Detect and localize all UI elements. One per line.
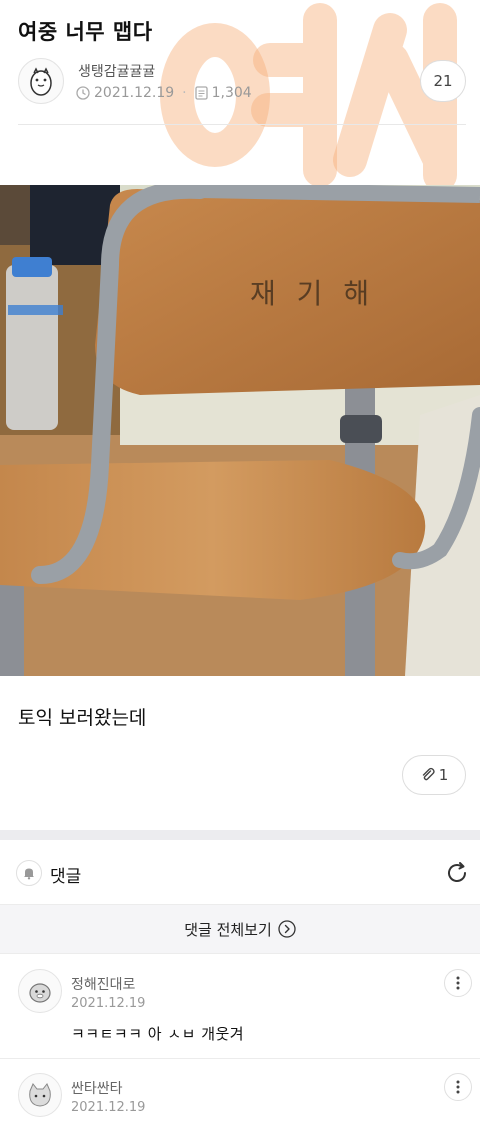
comments-title: 댓글 bbox=[50, 867, 82, 887]
meta-separator: · bbox=[182, 85, 187, 101]
paperclip-icon bbox=[422, 767, 435, 781]
post-views: 1,304 bbox=[211, 85, 252, 101]
header-divider bbox=[18, 124, 466, 125]
view-all-comments-button[interactable]: 댓글 전체보기 bbox=[0, 904, 480, 954]
commenter-avatar[interactable] bbox=[18, 1073, 62, 1117]
author-name[interactable]: 생탱감귤귤귤 bbox=[78, 61, 155, 81]
comment-more-button[interactable] bbox=[444, 969, 472, 997]
section-gap bbox=[0, 830, 480, 840]
clock-icon bbox=[76, 86, 90, 100]
comment-date: 2021.12.19 bbox=[71, 1100, 146, 1115]
comment-count-button[interactable]: 21 bbox=[420, 60, 466, 102]
comment-more-button[interactable] bbox=[444, 1073, 472, 1101]
post-title: 여중 너무 맵다 bbox=[18, 20, 153, 44]
post-meta: 2021.12.19 · 1,304 bbox=[76, 85, 252, 101]
comments-header: 댓글 bbox=[0, 840, 480, 904]
commenter-nickname[interactable]: 정해진대로 bbox=[71, 974, 135, 994]
refresh-icon[interactable] bbox=[444, 860, 470, 886]
comment-date: 2021.12.19 bbox=[71, 996, 146, 1011]
character-avatar-icon bbox=[30, 67, 52, 96]
more-vertical-icon bbox=[456, 976, 460, 990]
character-avatar-icon bbox=[29, 1083, 51, 1107]
attachment-button[interactable]: 1 bbox=[402, 755, 466, 795]
author-avatar[interactable] bbox=[18, 58, 64, 104]
post-date: 2021.12.19 bbox=[94, 85, 175, 101]
comment-text: ㅋㅋㅌㅋㅋ 아 ㅅㅂ 개웃겨 bbox=[71, 1025, 245, 1043]
bell-icon bbox=[24, 868, 34, 880]
view-all-label: 댓글 전체보기 bbox=[184, 920, 272, 939]
post-header: 여중 너무 맵다 생탱감귤귤귤 2021.12.19 · 1,304 21 bbox=[0, 0, 480, 130]
commenter-nickname[interactable]: 싼타싼타 bbox=[71, 1078, 123, 1098]
chevron-right-circle-icon bbox=[278, 920, 296, 938]
photo-handwriting: 재 기 해 bbox=[250, 277, 375, 310]
document-icon bbox=[194, 86, 208, 100]
notification-toggle[interactable] bbox=[16, 860, 42, 886]
commenter-avatar[interactable] bbox=[18, 969, 62, 1013]
comment-item: 싼타싼타 2021.12.19 bbox=[0, 1059, 480, 1123]
more-vertical-icon bbox=[456, 1080, 460, 1094]
character-avatar-icon bbox=[29, 983, 51, 1003]
post-body: 토익 보러왔는데 bbox=[18, 707, 147, 729]
comment-item: 정해진대로 2021.12.19 ㅋㅋㅌㅋㅋ 아 ㅅㅂ 개웃겨 bbox=[0, 955, 480, 1058]
attachment-count: 1 bbox=[438, 766, 449, 784]
post-photo: 재 기 해 bbox=[0, 185, 480, 676]
